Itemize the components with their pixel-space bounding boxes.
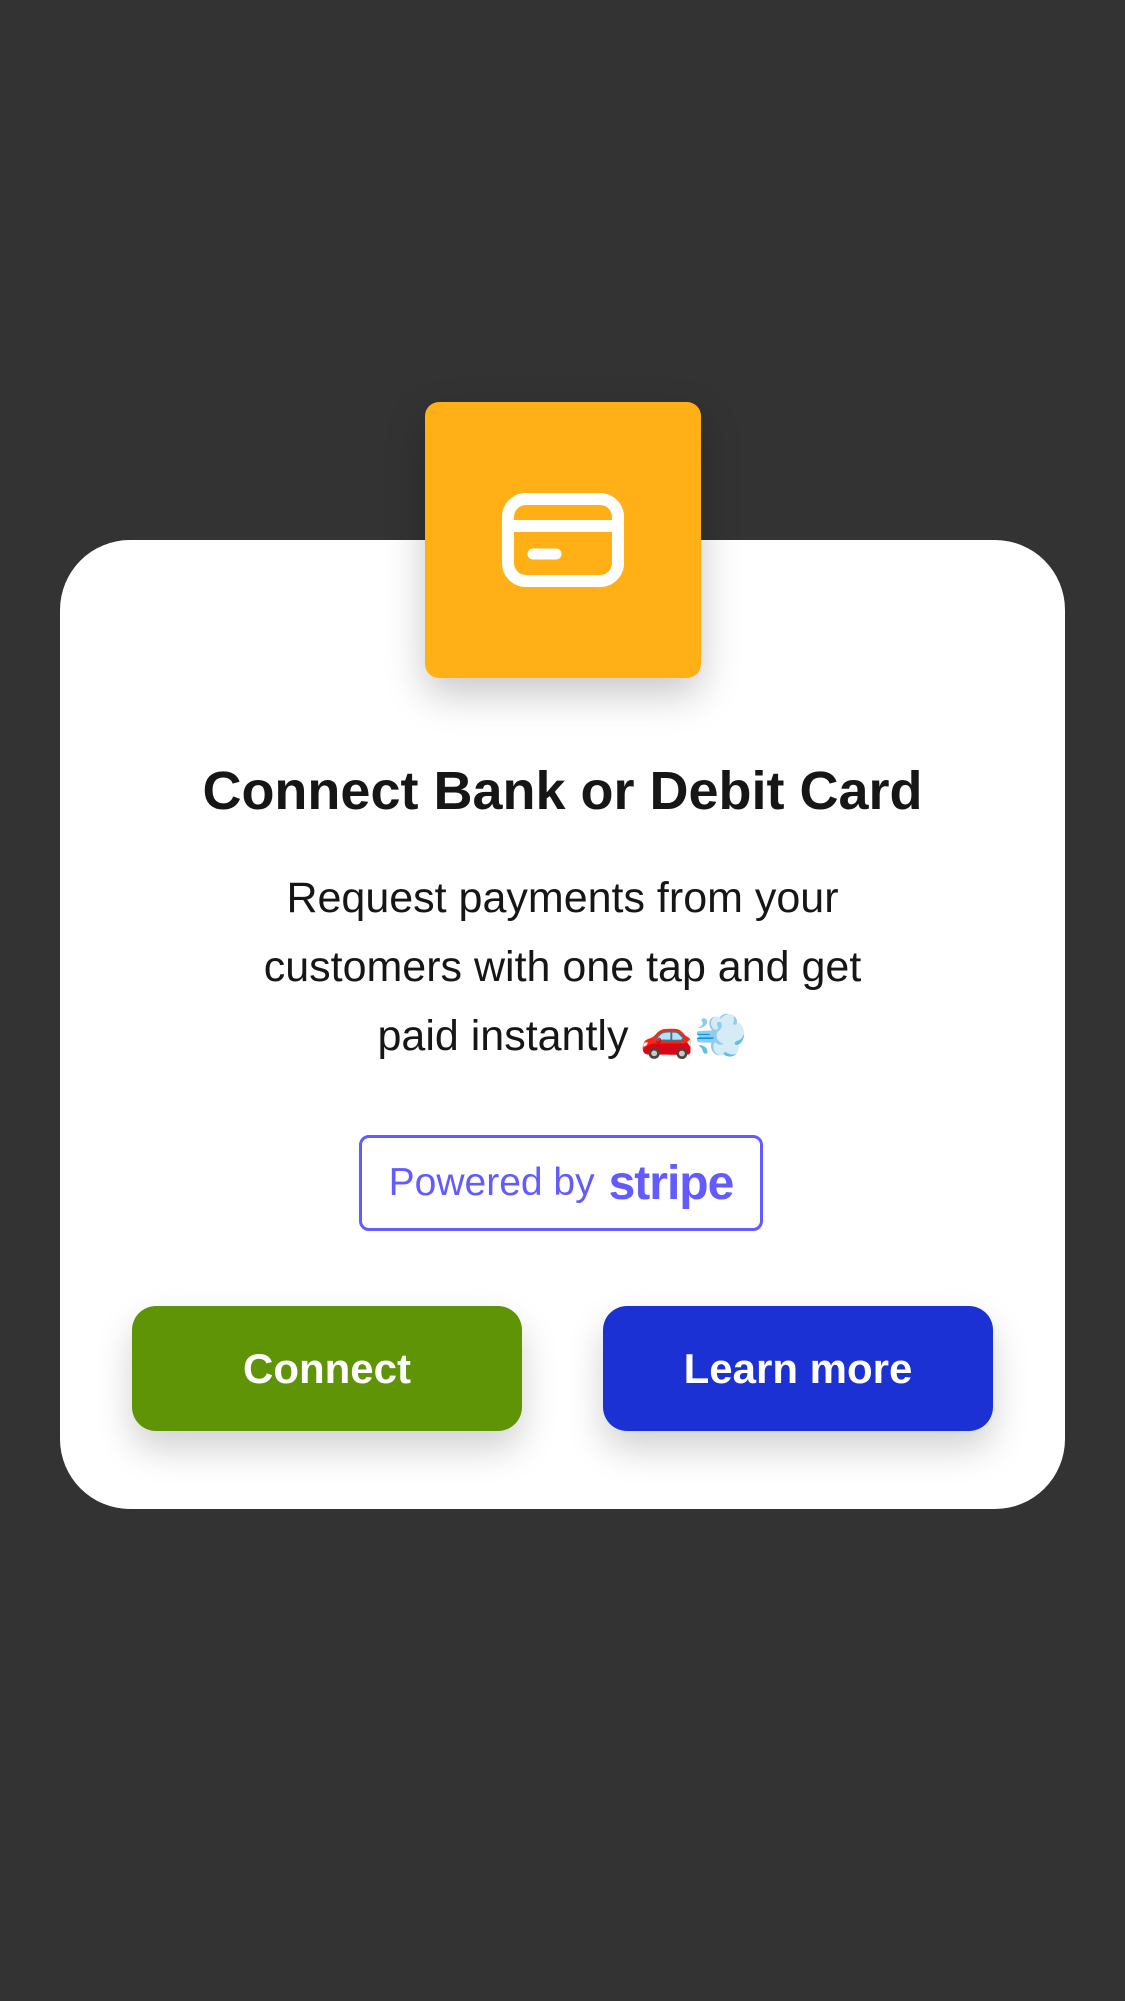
description-line: Request payments from your [286,874,839,922]
learn-more-button[interactable]: Learn more [603,1306,993,1431]
connect-button[interactable]: Connect [132,1306,522,1431]
modal-title: Connect Bank or Debit Card [202,761,923,821]
stripe-logo: stripe [608,1156,735,1210]
card-icon-tile [425,402,701,678]
description-line: paid instantly 🚗💨 [377,1012,748,1060]
modal-description: Request payments from your customers wit… [200,864,925,1071]
description-line: customers with one tap and get [263,943,862,991]
credit-card-icon [502,493,624,587]
powered-by-stripe-badge[interactable]: Powered by stripe [359,1135,763,1231]
powered-by-label: Powered by [388,1161,595,1204]
